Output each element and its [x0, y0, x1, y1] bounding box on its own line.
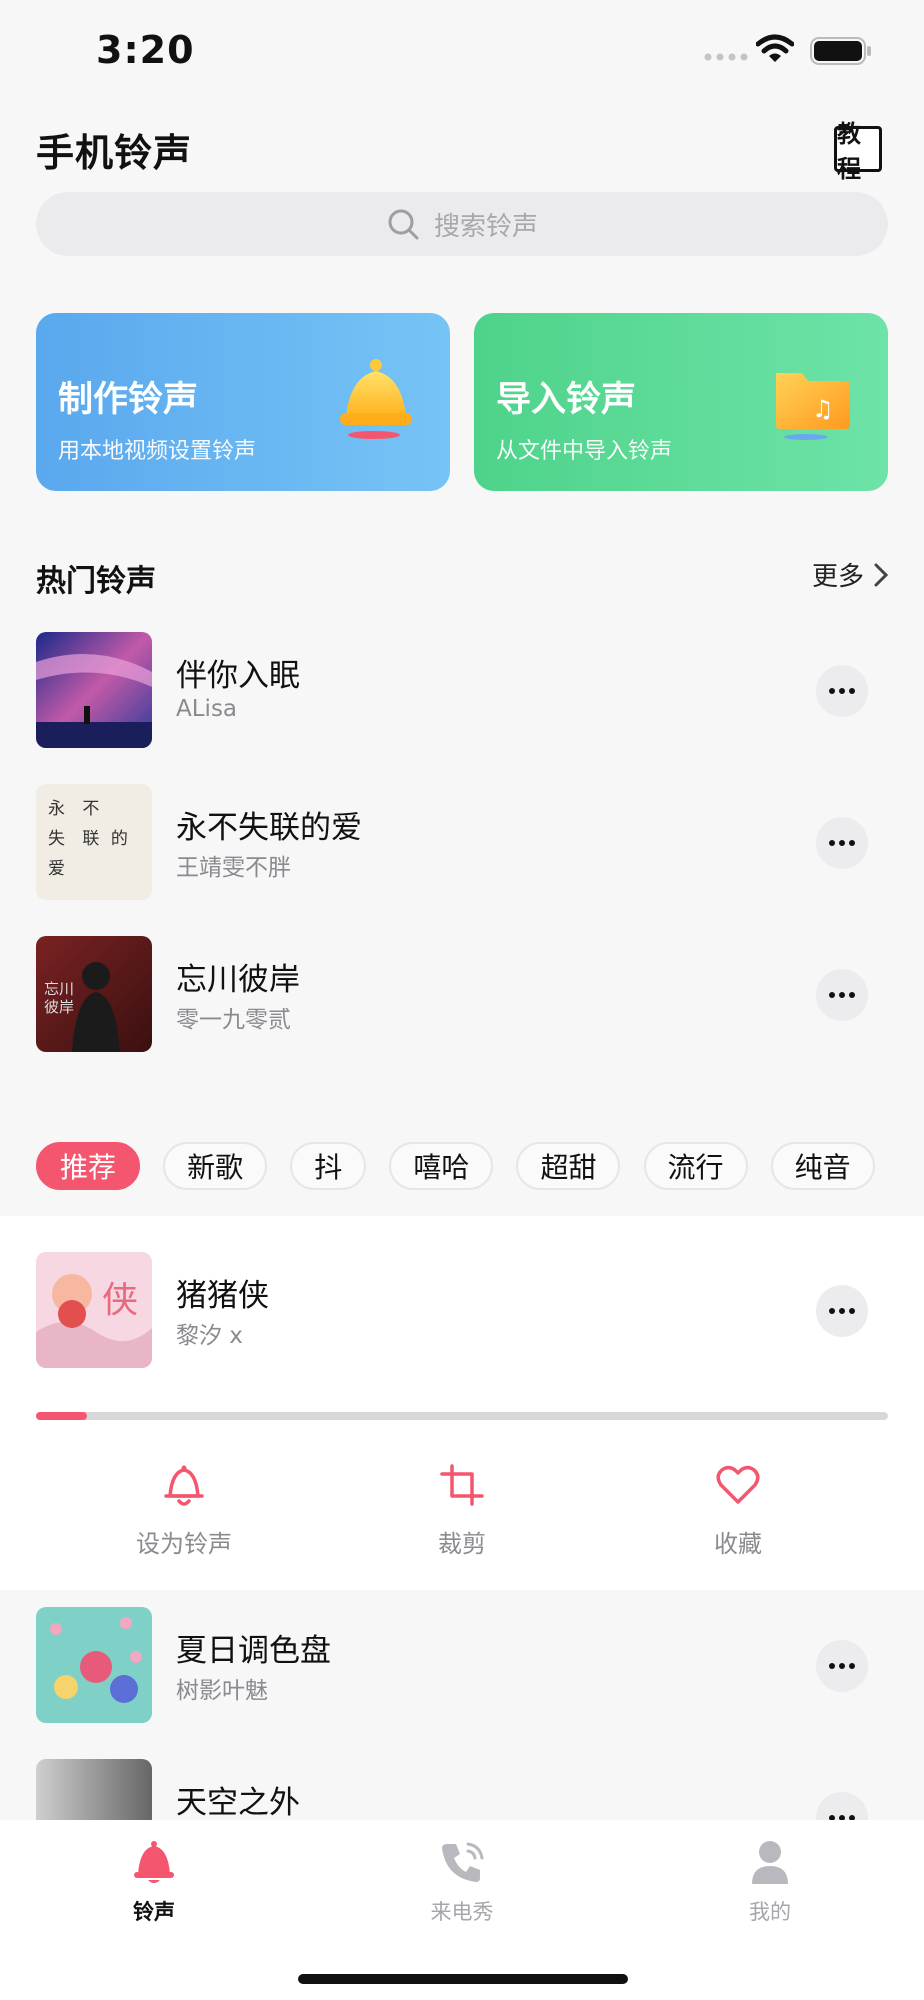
- song-artist: 黎汐 x: [176, 1323, 243, 1349]
- search-icon: [388, 209, 419, 240]
- search-placeholder: 搜索铃声: [433, 211, 538, 242]
- signal-icon: [704, 53, 748, 61]
- battery-icon: [810, 37, 871, 65]
- song-more-button[interactable]: [816, 665, 868, 717]
- hot-song-item[interactable]: 忘川彼岸 忘川彼岸 零一九零贰: [36, 936, 888, 1052]
- tab-caller-show-label: 来电秀: [430, 1900, 494, 1924]
- search-bar[interactable]: 搜索铃声: [36, 192, 888, 256]
- set-ringtone-button[interactable]: 设为铃声: [104, 1462, 264, 1559]
- page-title: 手机铃声: [36, 131, 193, 175]
- cover-text: 不: [82, 799, 100, 819]
- status-time: 3:20: [96, 28, 195, 72]
- category-tab-instrumental[interactable]: 纯音: [770, 1142, 875, 1190]
- tab-ringtone-label: 铃声: [133, 1900, 175, 1924]
- wifi-icon: [756, 34, 794, 62]
- song-artist: 树影叶魅: [176, 1678, 268, 1704]
- hot-section-title: 热门铃声: [36, 564, 156, 599]
- tab-ringtone[interactable]: 铃声: [84, 1838, 224, 1926]
- now-playing-panel: 侠 猪猪侠 黎汐 x 设为铃声 裁剪 收藏: [0, 1216, 924, 1590]
- tab-profile[interactable]: 我的: [700, 1838, 840, 1926]
- category-tab-pop[interactable]: 流行: [643, 1142, 748, 1190]
- crop-icon: [440, 1464, 484, 1506]
- song-cover: 忘川彼岸: [36, 936, 152, 1052]
- song-title: 猪猪侠: [176, 1278, 269, 1314]
- song-title: 永不失联的爱: [176, 810, 362, 846]
- bell-illustration-icon: [340, 359, 412, 439]
- category-tab-new[interactable]: 新歌: [163, 1142, 268, 1190]
- category-tab-recommend[interactable]: 推荐: [36, 1142, 141, 1190]
- hot-song-item[interactable]: 伴你入眠 ALisa: [36, 632, 888, 748]
- person-icon: [752, 1841, 788, 1884]
- category-tabs: 推荐 新歌 抖 嘻哈 超甜 流行 纯音: [36, 1142, 924, 1190]
- cover-text: 的: [110, 829, 128, 849]
- import-card-subtitle: 从文件中导入铃声: [496, 439, 673, 464]
- category-tab-douyin[interactable]: 抖: [290, 1142, 367, 1190]
- song-more-button[interactable]: [816, 817, 868, 869]
- svg-text:♫: ♫: [812, 395, 834, 423]
- cover-text: 永: [48, 799, 65, 819]
- song-more-button[interactable]: [816, 1285, 868, 1337]
- crop-button[interactable]: 裁剪: [382, 1462, 542, 1559]
- list-song-item[interactable]: 夏日调色盘 树影叶魅: [36, 1607, 888, 1723]
- more-label: 更多: [811, 562, 864, 592]
- now-playing-song[interactable]: 侠 猪猪侠 黎汐 x: [36, 1252, 888, 1368]
- tab-profile-label: 我的: [749, 1900, 791, 1924]
- import-ringtone-card[interactable]: 导入铃声 从文件中导入铃声 ♫: [474, 313, 888, 491]
- heart-outline-icon: [716, 1465, 760, 1504]
- import-card-title: 导入铃声: [496, 380, 637, 420]
- song-title: 伴你入眠: [176, 658, 300, 694]
- favorite-label: 收藏: [714, 1530, 762, 1558]
- cover-text: 忘川彼岸: [44, 980, 75, 1016]
- song-more-button[interactable]: [816, 969, 868, 1021]
- song-cover: [36, 1607, 152, 1723]
- crop-label: 裁剪: [438, 1530, 486, 1558]
- home-indicator: [298, 1974, 628, 1984]
- song-title: 夏日调色盘: [176, 1633, 331, 1669]
- favorite-button[interactable]: 收藏: [658, 1462, 818, 1559]
- song-cover: [36, 632, 152, 748]
- playback-progress-bar[interactable]: [36, 1412, 888, 1420]
- song-cover: 永 不 失 联 的 爱: [36, 784, 152, 900]
- tutorial-button[interactable]: 教程: [834, 120, 882, 183]
- phone-icon: [442, 1842, 484, 1882]
- status-bar: 3:20: [0, 0, 924, 110]
- cover-text: 失: [48, 829, 65, 849]
- bell-outline-icon: [164, 1465, 204, 1506]
- song-cover: 侠: [36, 1252, 152, 1368]
- song-artist: 王靖雯不胖: [176, 855, 291, 881]
- song-more-button[interactable]: [816, 1640, 868, 1692]
- song-title: 天空之外: [176, 1785, 300, 1821]
- make-ringtone-card[interactable]: 制作铃声 用本地视频设置铃声: [36, 313, 450, 491]
- cover-text: 联: [82, 829, 100, 849]
- tab-caller-show[interactable]: 来电秀: [392, 1838, 532, 1926]
- song-artist: 零一九零贰: [176, 1007, 291, 1033]
- bottom-tab-bar: 铃声 来电秀 我的: [0, 1820, 924, 2000]
- make-card-subtitle: 用本地视频设置铃声: [58, 439, 257, 464]
- make-card-title: 制作铃声: [58, 380, 199, 420]
- svg-text:侠: 侠: [102, 1280, 138, 1321]
- progress-fill: [36, 1412, 88, 1420]
- song-title: 忘川彼岸: [176, 962, 300, 998]
- more-link[interactable]: 更多: [812, 556, 888, 593]
- folder-music-illustration-icon: ♫: [776, 373, 850, 440]
- song-artist: ALisa: [176, 696, 238, 722]
- cover-text: 爱: [48, 859, 65, 879]
- set-ringtone-label: 设为铃声: [136, 1530, 232, 1558]
- chevron-right-icon: [874, 563, 888, 586]
- category-tab-hiphop[interactable]: 嘻哈: [389, 1142, 494, 1190]
- hot-song-item[interactable]: 永 不 失 联 的 爱 永不失联的爱 王靖雯不胖: [36, 784, 888, 900]
- bell-icon: [134, 1841, 174, 1883]
- category-tab-sweet[interactable]: 超甜: [516, 1142, 621, 1190]
